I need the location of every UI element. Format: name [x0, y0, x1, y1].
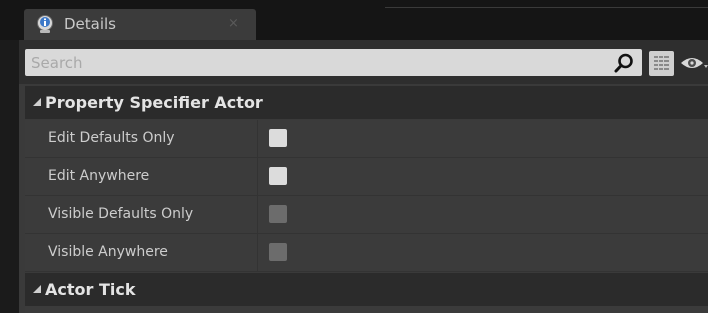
column-divider — [257, 158, 258, 195]
next-property-row — [25, 306, 708, 313]
property-label: Edit Anywhere — [48, 168, 150, 184]
column-divider — [257, 234, 258, 271]
tab-close-button[interactable]: × — [228, 16, 239, 32]
row-separator — [25, 271, 708, 272]
checkbox-visible-anywhere[interactable] — [269, 243, 287, 261]
column-divider — [257, 120, 258, 157]
expand-triangle-icon — [33, 98, 41, 106]
category-label: Actor Tick — [45, 280, 136, 299]
property-label: Visible Defaults Only — [48, 206, 194, 222]
tab-bar-divider — [385, 7, 708, 8]
tab-bar: Details × — [0, 0, 708, 40]
panel-left-edge — [0, 40, 19, 313]
details-info-icon — [37, 15, 53, 33]
search-row — [19, 40, 708, 84]
property-label: Visible Anywhere — [48, 244, 168, 260]
category-label: Property Specifier Actor — [45, 93, 263, 112]
checkbox-visible-defaults-only[interactable] — [269, 205, 287, 223]
search-box[interactable] — [25, 49, 642, 76]
category-header-actor-tick[interactable]: Actor Tick — [25, 273, 708, 306]
property-row-edit-defaults-only: Edit Defaults Only — [25, 120, 708, 157]
category-header-property-specifier-actor[interactable]: Property Specifier Actor — [25, 86, 708, 119]
tab-details[interactable]: Details × — [24, 9, 256, 40]
property-row-visible-defaults-only: Visible Defaults Only — [25, 196, 708, 233]
search-icon[interactable] — [613, 52, 635, 74]
grid-icon — [654, 56, 669, 70]
property-label: Edit Defaults Only — [48, 130, 175, 146]
tab-title: Details — [64, 15, 117, 33]
search-input[interactable] — [25, 49, 585, 76]
view-options-button[interactable] — [649, 51, 674, 76]
property-row-edit-anywhere: Edit Anywhere — [25, 158, 708, 195]
checkbox-edit-anywhere[interactable] — [269, 167, 287, 185]
eye-icon[interactable] — [679, 53, 708, 73]
details-window: Details × Search Property Specifier Acto… — [0, 0, 708, 313]
property-row-visible-anywhere: Visible Anywhere — [25, 234, 708, 271]
expand-triangle-icon — [33, 285, 41, 293]
checkbox-edit-defaults-only[interactable] — [269, 129, 287, 147]
column-divider — [257, 196, 258, 233]
